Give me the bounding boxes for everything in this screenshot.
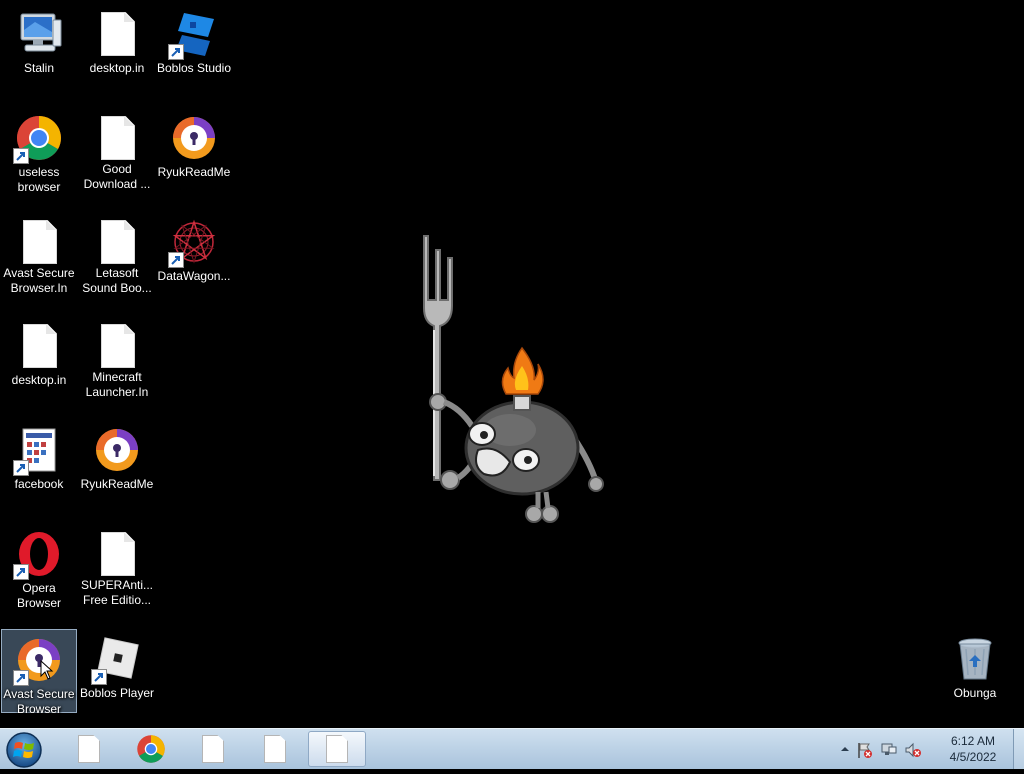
wallpaper-bomb-with-fork-image xyxy=(423,235,604,523)
icon-label: Good Download ... xyxy=(83,162,151,191)
shortcut-arrow-icon xyxy=(91,669,107,685)
icon-label: SUPERAnti... Free Editio... xyxy=(80,578,154,607)
desktop-icon-boblos-studio[interactable]: Boblos Studio xyxy=(156,4,232,88)
avast-browser-icon xyxy=(13,636,63,686)
file-icon xyxy=(93,322,141,368)
taskbar-item-file-3[interactable] xyxy=(246,731,304,767)
icon-label: Boblos Studio xyxy=(156,61,232,75)
volume-muted-icon[interactable] xyxy=(904,741,922,759)
start-button[interactable] xyxy=(4,730,44,770)
computer-icon xyxy=(15,10,63,58)
icon-label: Stalin xyxy=(23,61,55,75)
desktop-icon-opera-browser[interactable]: Opera Browser xyxy=(1,524,77,610)
desktop-icon-good-download[interactable]: Good Download ... xyxy=(79,108,155,192)
file-icon xyxy=(326,735,348,763)
taskbar-item-file-2[interactable] xyxy=(184,731,242,767)
desktop-icon-desktop-in-2[interactable]: desktop.in xyxy=(1,316,77,400)
desktop-icon-avast-secure-browser-in[interactable]: Avast Secure Browser.In xyxy=(1,212,77,296)
opera-icon xyxy=(13,530,63,580)
desktop-icon-letasoft-sound-booster[interactable]: Letasoft Sound Boo... xyxy=(79,212,155,296)
clock-date: 4/5/2022 xyxy=(949,750,997,764)
icon-label: useless browser xyxy=(17,165,61,194)
action-center-flag-icon[interactable] xyxy=(856,741,874,759)
desktop-icon-datawagon[interactable]: DataWagon... xyxy=(156,212,232,296)
windows-logo-icon xyxy=(6,732,42,768)
desktop-icon-desktop-in[interactable]: desktop.in xyxy=(79,4,155,88)
roblox-studio-icon xyxy=(168,10,218,60)
shortcut-arrow-icon xyxy=(13,564,29,580)
desktop-icon-boblos-player[interactable]: Boblos Player xyxy=(79,629,155,713)
desktop-icon-ryukreadme-2[interactable]: RyukReadMe xyxy=(79,420,155,504)
web-page-icon xyxy=(13,426,63,476)
icon-label: desktop.in xyxy=(89,61,145,75)
file-icon xyxy=(93,530,141,576)
taskbar-item-file-4-active[interactable] xyxy=(308,731,366,767)
recycle-bin-icon xyxy=(951,635,999,683)
clock-time: 6:12 AM xyxy=(950,734,996,748)
desktop-icon-avast-secure-browser[interactable]: Avast Secure Browser xyxy=(1,629,77,716)
taskbar-item-file-1[interactable] xyxy=(60,731,118,767)
desktop[interactable]: Stalin useless browser Avast Secure Brow… xyxy=(0,0,1024,728)
file-icon xyxy=(93,10,141,58)
shortcut-arrow-icon xyxy=(13,460,29,476)
roblox-player-icon xyxy=(91,635,141,685)
icon-label: Avast Secure Browser.In xyxy=(3,266,75,295)
icon-label: facebook xyxy=(14,477,64,491)
desktop-icon-ryukreadme[interactable]: RyukReadMe xyxy=(156,108,232,192)
icon-label: RyukReadMe xyxy=(157,165,231,179)
shortcut-arrow-icon xyxy=(13,670,29,686)
icon-label: DataWagon... xyxy=(157,269,231,283)
icon-label: Letasoft Sound Boo... xyxy=(82,266,152,295)
file-icon xyxy=(202,735,224,763)
taskbar-item-chrome[interactable] xyxy=(122,731,180,767)
shortcut-arrow-icon xyxy=(168,252,184,268)
icon-label: RyukReadMe xyxy=(80,477,154,491)
avast-browser-icon xyxy=(170,114,218,162)
clock[interactable]: 6:12 AM 4/5/2022 xyxy=(938,733,1008,765)
chrome-icon xyxy=(13,114,63,164)
desktop-icon-facebook[interactable]: facebook xyxy=(1,420,77,504)
mouse-cursor-icon xyxy=(40,660,54,680)
taskbar: 6:12 AM 4/5/2022 xyxy=(0,728,1024,769)
chrome-icon xyxy=(137,735,165,763)
icon-label: Opera Browser xyxy=(16,581,61,610)
file-icon xyxy=(15,218,63,264)
file-icon xyxy=(93,218,141,264)
icon-label: Avast Secure Browser xyxy=(3,687,75,716)
file-icon xyxy=(264,735,286,763)
desktop-icon-superantispyware[interactable]: SUPERAnti... Free Editio... xyxy=(79,524,155,608)
file-icon xyxy=(15,322,63,370)
desktop-icon-minecraft-launcher-in[interactable]: Minecraft Launcher.In xyxy=(79,316,155,400)
icon-label: Obunga xyxy=(953,686,997,700)
shortcut-arrow-icon xyxy=(13,148,29,164)
desktop-icon-stalin[interactable]: Stalin xyxy=(1,4,77,88)
show-desktop-button[interactable] xyxy=(1013,729,1024,769)
icon-label: Minecraft Launcher.In xyxy=(85,370,149,399)
desktop-icon-useless-browser[interactable]: useless browser xyxy=(1,108,77,194)
pentagram-icon xyxy=(168,218,218,268)
file-icon xyxy=(78,735,100,763)
avast-browser-icon xyxy=(93,426,141,474)
show-hidden-icons-chevron-up-icon[interactable] xyxy=(840,744,850,754)
desktop-icon-obunga[interactable]: Obunga xyxy=(937,629,1013,713)
network-icon[interactable] xyxy=(880,741,898,759)
icon-label: Boblos Player xyxy=(79,686,155,700)
file-icon xyxy=(93,114,141,160)
icon-label: desktop.in xyxy=(11,373,67,387)
shortcut-arrow-icon xyxy=(168,44,184,60)
